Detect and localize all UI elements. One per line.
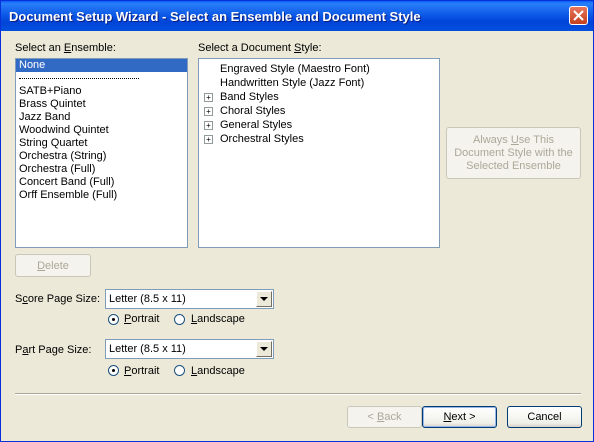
ensemble-list-item[interactable]: Concert Band (Full) [16, 176, 187, 189]
document-style-tree[interactable]: Engraved Style (Maestro Font) Handwritten… [198, 58, 440, 248]
ensemble-list-item[interactable]: Orchestra (String) [16, 150, 187, 163]
part-page-size-value: Letter (8.5 x 11) [109, 343, 186, 355]
ensemble-separator [16, 72, 187, 85]
style-tree-item-label: Orchestral Styles [220, 133, 304, 145]
always-use-line-3: Selected Ensemble [466, 159, 561, 172]
ensemble-list-item[interactable]: Orff Ensemble (Full) [16, 189, 187, 202]
cancel-button[interactable]: Cancel [507, 406, 582, 428]
part-page-size-label: Part Page Size: [15, 344, 92, 356]
ensemble-list-item[interactable]: Brass Quintet [16, 98, 187, 111]
style-tree-item-label: Engraved Style (Maestro Font) [220, 63, 370, 75]
part-landscape-label[interactable]: Landscape [191, 365, 245, 377]
score-landscape-label[interactable]: Landscape [191, 313, 245, 325]
chevron-down-icon [260, 347, 268, 351]
part-landscape-radio[interactable] [174, 365, 185, 376]
part-portrait-radio[interactable] [108, 365, 119, 376]
document-setup-wizard-dialog: Document Setup Wizard - Select an Ensemb… [0, 0, 594, 442]
score-landscape-radio[interactable] [174, 314, 185, 325]
expand-plus-icon[interactable]: + [204, 121, 213, 130]
style-tree-item[interactable]: Handwritten Style (Jazz Font) [199, 76, 439, 90]
expand-plus-icon[interactable]: + [204, 107, 213, 116]
style-tree-item[interactable]: + Orchestral Styles [199, 132, 439, 146]
style-tree-item[interactable]: + Band Styles [199, 90, 439, 104]
ensemble-list-item[interactable]: SATB+Piano [16, 85, 187, 98]
always-use-style-button[interactable]: Always Use This Document Style with the … [446, 127, 581, 179]
close-button[interactable] [569, 6, 588, 25]
document-style-label: Select a Document Style: [198, 42, 322, 54]
next-button[interactable]: Next > [422, 406, 497, 428]
style-tree-item[interactable]: + Choral Styles [199, 104, 439, 118]
dropdown-arrow-button[interactable] [256, 341, 272, 357]
title-bar[interactable]: Document Setup Wizard - Select an Ensemb… [1, 1, 593, 31]
score-page-size-value: Letter (8.5 x 11) [109, 293, 186, 305]
part-portrait-label[interactable]: Portrait [124, 365, 159, 377]
ensemble-list-item[interactable]: None [16, 59, 187, 72]
score-page-size-label: Score Page Size: [15, 293, 100, 305]
style-tree-item-label: Choral Styles [220, 105, 286, 117]
ensemble-label: Select an Ensemble: [15, 42, 116, 54]
ensemble-listbox[interactable]: None SATB+Piano Brass Quintet Jazz Band Wood… [15, 58, 188, 248]
style-tree-item-label: Handwritten Style (Jazz Font) [220, 77, 365, 89]
expand-plus-icon[interactable]: + [204, 135, 213, 144]
part-page-size-select[interactable]: Letter (8.5 x 11) [105, 339, 274, 359]
ensemble-list-item[interactable]: Orchestra (Full) [16, 163, 187, 176]
style-tree-item-label: General Styles [220, 119, 293, 131]
always-use-line-2: Document Style with the [454, 146, 573, 159]
ensemble-list-item[interactable]: Jazz Band [16, 111, 187, 124]
window-title: Document Setup Wizard - Select an Ensemb… [9, 9, 421, 24]
expand-plus-icon[interactable]: + [204, 93, 213, 102]
score-portrait-label[interactable]: Portrait [124, 313, 159, 325]
style-tree-item[interactable]: + General Styles [199, 118, 439, 132]
ensemble-list-item[interactable]: String Quartet [16, 137, 187, 150]
dropdown-arrow-button[interactable] [256, 291, 272, 307]
score-portrait-radio[interactable] [108, 314, 119, 325]
style-tree-item[interactable]: Engraved Style (Maestro Font) [199, 62, 439, 76]
ensemble-list-item[interactable]: Woodwind Quintet [16, 124, 187, 137]
close-icon [573, 10, 584, 21]
footer-divider [15, 393, 581, 395]
style-tree-item-label: Band Styles [220, 91, 279, 103]
delete-button[interactable]: Delete [15, 254, 91, 277]
chevron-down-icon [260, 297, 268, 301]
back-button[interactable]: < Back [347, 406, 422, 428]
always-use-line-1: Always Use This [472, 133, 555, 146]
score-page-size-select[interactable]: Letter (8.5 x 11) [105, 289, 274, 309]
